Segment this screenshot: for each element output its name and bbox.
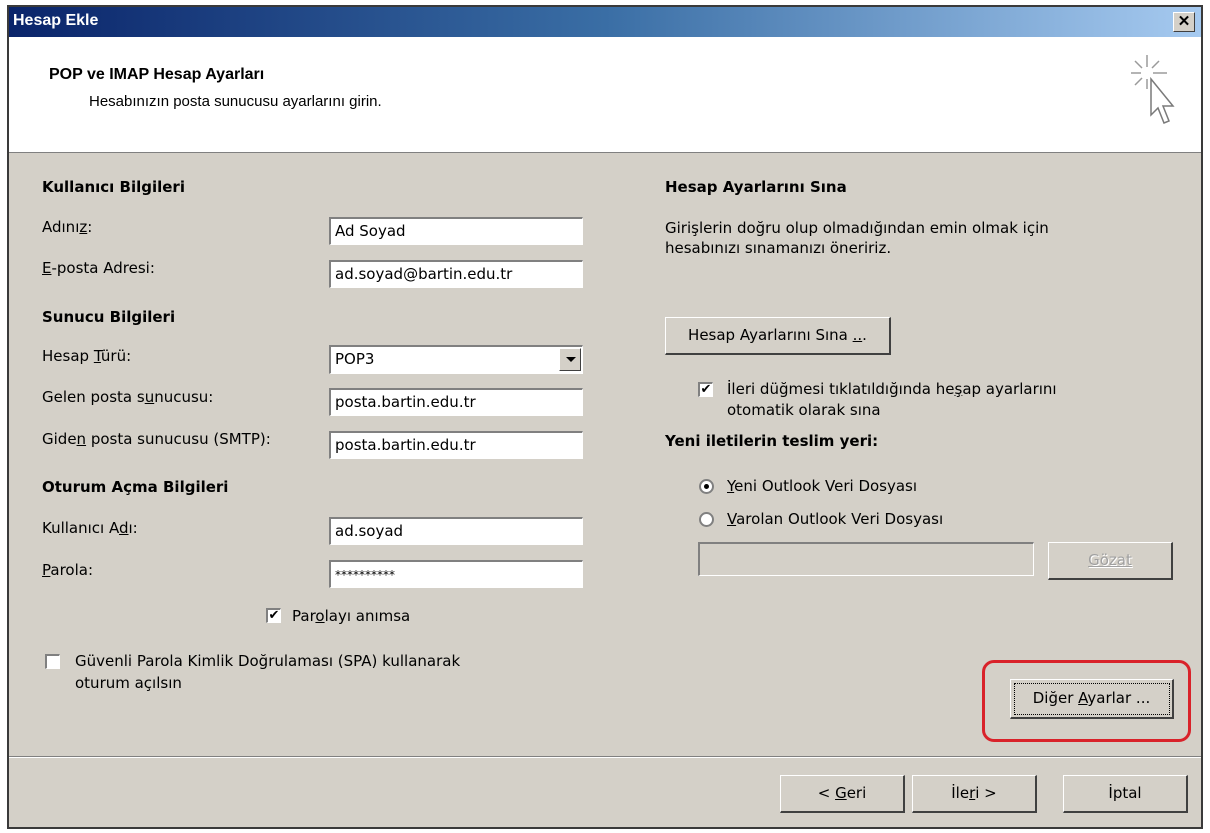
account-type-value: POP3 [335, 350, 375, 368]
existing-data-file-label: Varolan Outlook Veri Dosyası [727, 510, 944, 528]
auto-test-checkbox[interactable]: ✔ [698, 382, 713, 397]
window-title: Hesap Ekle [13, 12, 99, 29]
existing-data-file-path [698, 542, 1034, 576]
account-type-select[interactable]: POP3 [329, 345, 583, 374]
outgoing-server-input[interactable]: posta.bartin.edu.tr [329, 431, 583, 459]
wizard-cursor-icon [1131, 55, 1175, 124]
account-type-label: Hesap Türü: [42, 347, 132, 365]
test-settings-heading: Hesap Ayarlarını Sına [665, 178, 847, 196]
wizard-header: POP ve IMAP Hesap Ayarları Hesabınızın p… [9, 37, 1201, 153]
add-account-dialog: Hesap Ekle ✕ POP ve IMAP Hesap Ayarları … [7, 5, 1203, 829]
login-info-heading: Oturum Açma Bilgileri [42, 478, 229, 496]
new-data-file-label: Yeni Outlook Veri Dosyası [727, 477, 918, 495]
username-label: Kullanıcı Adı: [42, 519, 138, 537]
server-info-heading: Sunucu Bilgileri [42, 308, 176, 326]
browse-button: Gözat [1048, 542, 1173, 580]
email-input[interactable]: ad.soyad@bartin.edu.tr [329, 260, 583, 288]
spa-label-line2: oturum açılsın [75, 674, 182, 692]
chevron-down-icon[interactable] [559, 348, 581, 371]
name-label: Adınız: [42, 218, 93, 236]
existing-data-file-radio[interactable] [699, 512, 714, 527]
user-info-heading: Kullanıcı Bilgileri [42, 178, 185, 196]
remember-password-checkbox[interactable]: ✔ [266, 608, 281, 623]
auto-test-label-line2: otomatik olarak sına [727, 401, 881, 419]
incoming-server-input[interactable]: posta.bartin.edu.tr [329, 388, 583, 416]
test-settings-desc-line2: hesabınızı sınamanızı öneririz. [665, 239, 892, 257]
next-button[interactable]: İleri > [912, 775, 1037, 813]
name-input[interactable]: Ad Soyad [329, 217, 583, 245]
back-button[interactable]: < Geri [780, 775, 905, 813]
cancel-button[interactable]: İptal [1063, 775, 1188, 813]
close-button[interactable]: ✕ [1173, 12, 1195, 32]
page-title: POP ve IMAP Hesap Ayarları [49, 66, 265, 83]
auto-test-label-line1: İleri düğmesi tıklatıldığında heşap ayar… [727, 380, 1057, 398]
delivery-heading: Yeni iletilerin teslim yeri: [665, 432, 879, 450]
spa-checkbox[interactable] [45, 654, 60, 669]
test-account-settings-button[interactable]: Hesap Ayarlarını Sına ... [665, 317, 891, 355]
email-label: E-posta Adresi: [42, 259, 155, 277]
password-label: Parola: [42, 561, 93, 579]
page-subtitle: Hesabınızın posta sunucusu ayarlarını gi… [89, 93, 382, 110]
password-input[interactable]: ********** [329, 560, 583, 588]
title-bar: Hesap Ekle ✕ [9, 7, 1201, 37]
username-input[interactable]: ad.soyad [329, 517, 583, 545]
incoming-server-label: Gelen posta sunucusu: [42, 388, 214, 406]
outgoing-server-label: Giden posta sunucusu (SMTP): [42, 430, 271, 448]
spa-label-line1: Güvenli Parola Kimlik Doğrulaması (SPA) … [75, 652, 461, 670]
test-settings-desc-line1: Girişlerin doğru olup olmadığından emin … [665, 219, 1049, 237]
highlight-annotation [982, 660, 1191, 742]
remember-password-label: Parolayı anımsa [292, 607, 411, 625]
new-data-file-radio[interactable] [699, 479, 714, 494]
footer-separator [9, 756, 1201, 758]
